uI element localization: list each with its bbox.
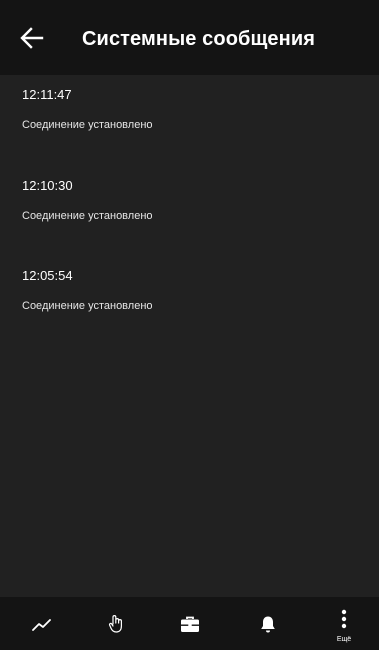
bottom-navigation: Ещё: [0, 597, 379, 650]
nav-label-more: Ещё: [336, 636, 352, 643]
chart-trend-icon: [32, 619, 51, 631]
nav-item-more[interactable]: Ещё: [314, 597, 374, 650]
nav-item-trade[interactable]: [86, 597, 146, 650]
top-app-bar: Системные сообщения: [0, 0, 379, 75]
message-item: 12:11:47 Соединение установлено: [0, 87, 379, 157]
message-text: Соединение установлено: [22, 119, 153, 131]
briefcase-icon: [181, 616, 199, 632]
app-screen: Системные сообщения 12:11:47 Соединение …: [0, 0, 379, 650]
message-time: 12:05:54: [22, 268, 73, 283]
message-text: Соединение установлено: [22, 210, 153, 222]
hand-pointer-icon: [108, 615, 122, 633]
back-button[interactable]: [18, 24, 46, 52]
nav-item-portfolio[interactable]: [160, 597, 220, 650]
message-time: 12:11:47: [22, 87, 72, 102]
arrow-left-icon: [20, 27, 44, 49]
more-vertical-icon: [341, 609, 347, 629]
nav-item-chart[interactable]: [12, 597, 72, 650]
bell-icon: [261, 616, 275, 633]
message-text: Соединение установлено: [22, 300, 153, 312]
page-title: Системные сообщения: [82, 28, 316, 50]
message-item: 12:10:30 Соединение установлено: [0, 178, 379, 248]
message-item: 12:05:54 Соединение установлено: [0, 268, 379, 338]
message-time: 12:10:30: [22, 178, 73, 193]
nav-item-notifications[interactable]: [238, 597, 298, 650]
